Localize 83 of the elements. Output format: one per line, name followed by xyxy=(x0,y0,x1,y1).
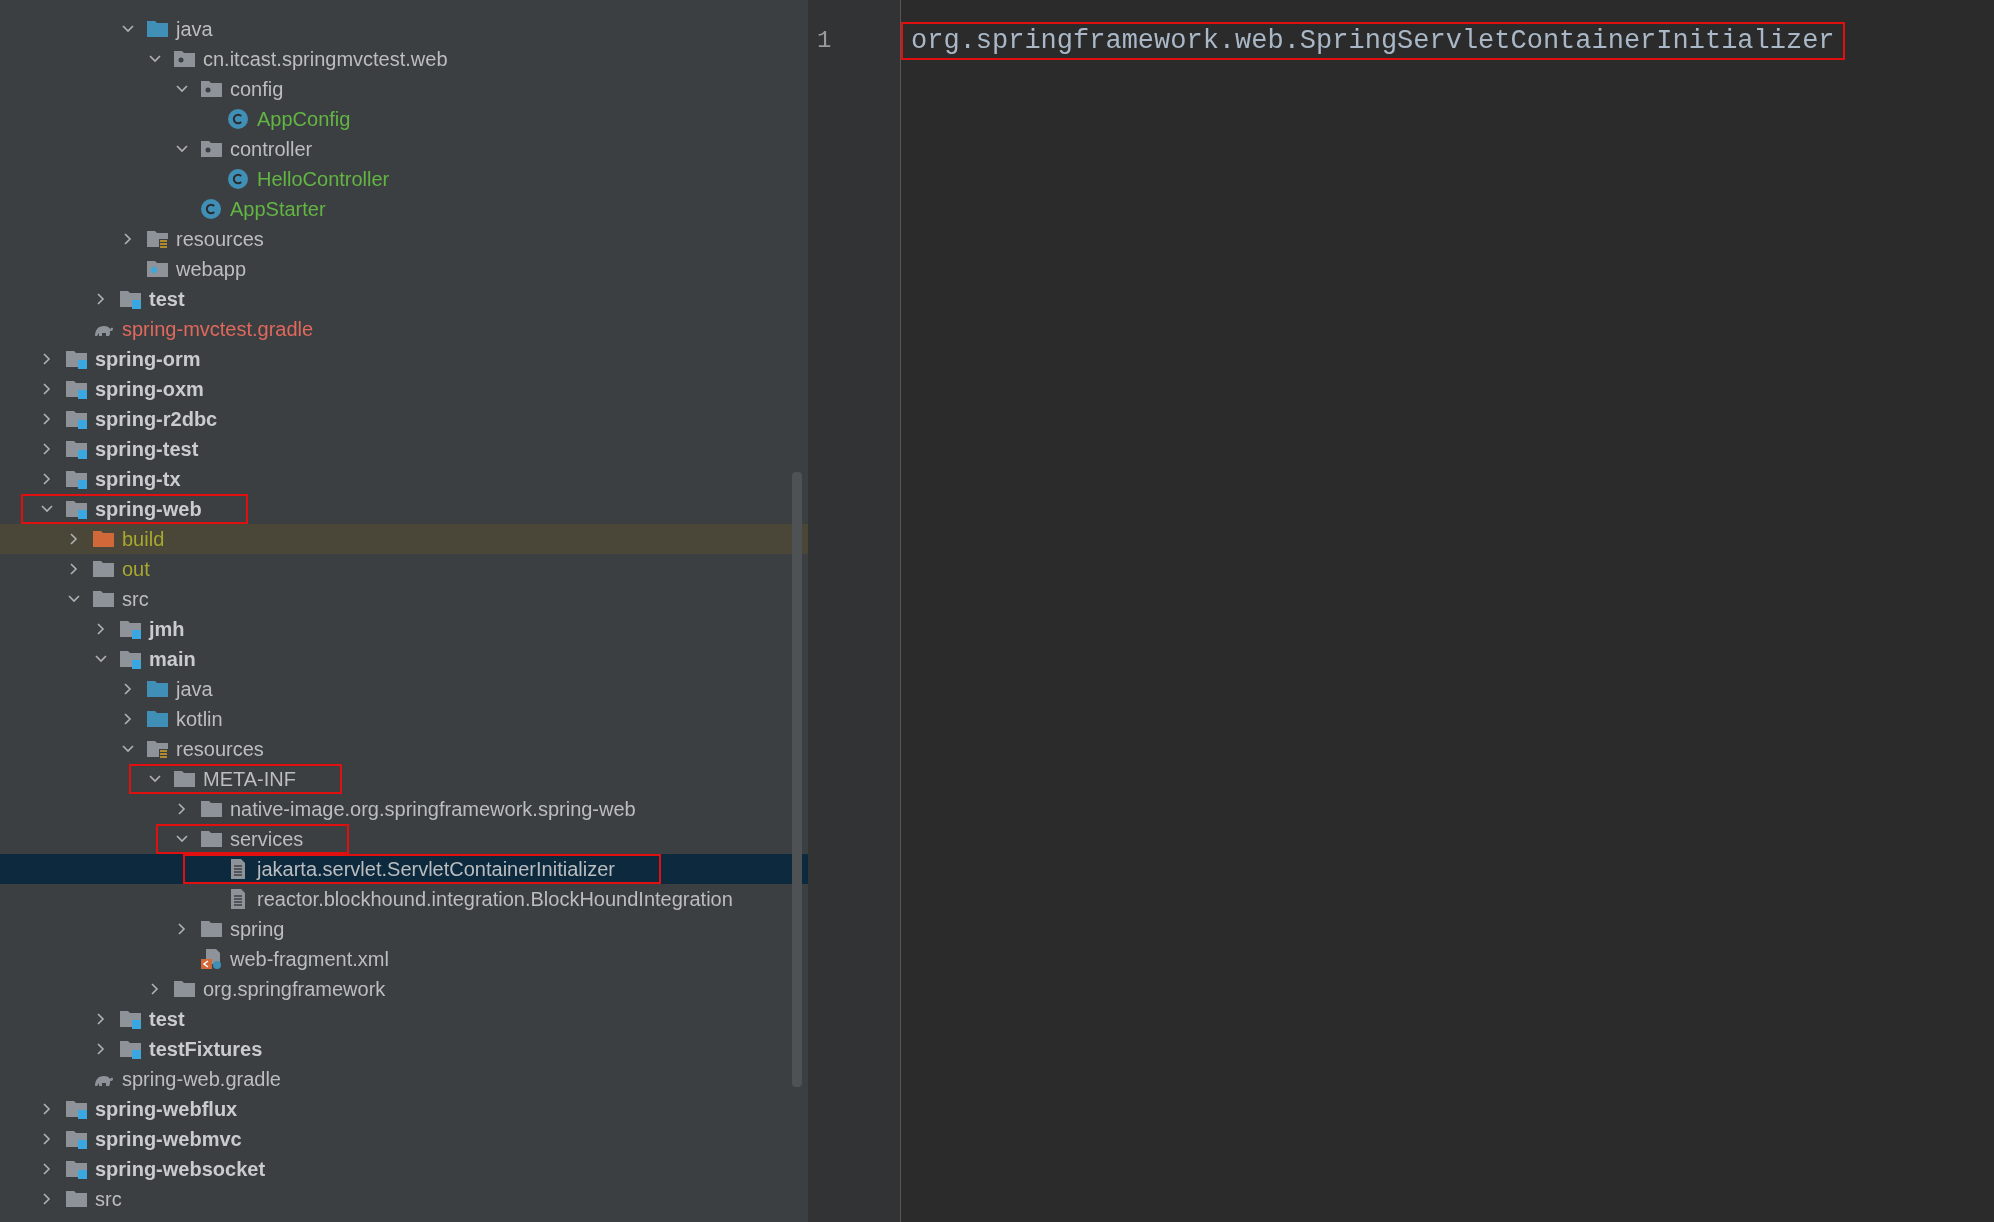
tree-item[interactable]: spring-r2dbc xyxy=(95,404,218,434)
tree-item[interactable]: spring-web.gradle xyxy=(122,1064,281,1094)
tree-item[interactable]: resources xyxy=(176,734,264,764)
tree-item[interactable]: cn.itcast.springmvctest.web xyxy=(203,44,448,74)
class-icon xyxy=(227,108,249,130)
tree-item[interactable]: META-INF xyxy=(203,764,296,794)
scrollbar[interactable] xyxy=(792,472,802,1087)
package-folder-icon xyxy=(200,79,222,99)
tree-item[interactable]: spring-oxm xyxy=(95,374,204,404)
tree-item[interactable]: services xyxy=(230,824,304,854)
tree-item[interactable]: resources xyxy=(176,224,264,254)
tree-item[interactable]: native-image.org.springframework.spring-web xyxy=(230,794,636,824)
folder-icon xyxy=(92,529,114,549)
tree-item[interactable]: spring-web xyxy=(95,494,202,524)
tree-item[interactable]: HelloController xyxy=(257,164,390,194)
folder-icon xyxy=(146,709,168,729)
module-folder-icon xyxy=(65,469,87,489)
tree-item[interactable]: jmh xyxy=(149,614,185,644)
folder-icon xyxy=(200,919,222,939)
module-folder-icon xyxy=(65,439,87,459)
module-folder-icon xyxy=(119,649,141,669)
folder-icon xyxy=(173,979,195,999)
package-folder-icon xyxy=(173,49,195,69)
tree-item[interactable]: AppStarter xyxy=(230,194,326,224)
tree-item[interactable]: test xyxy=(149,284,185,314)
tree-item[interactable]: controller xyxy=(230,134,313,164)
tree-item[interactable]: spring-orm xyxy=(95,344,201,374)
tree-item[interactable]: spring-webflux xyxy=(95,1094,238,1124)
module-folder-icon xyxy=(119,289,141,309)
folder-icon xyxy=(65,1189,87,1209)
class-icon xyxy=(227,168,249,190)
code-line: org.springframework.web.SpringServletContainerInitializer xyxy=(911,24,1835,58)
tree-item[interactable]: testFixtures xyxy=(149,1034,263,1064)
folder-icon xyxy=(92,559,114,579)
text-file-icon xyxy=(229,888,247,910)
module-folder-icon xyxy=(65,409,87,429)
tree-item[interactable]: src xyxy=(95,1184,122,1214)
module-folder-icon xyxy=(119,619,141,639)
tree-item[interactable]: spring-webmvc xyxy=(95,1124,242,1154)
tree-item[interactable]: test xyxy=(149,1004,185,1034)
tree-item[interactable]: AppConfig xyxy=(257,104,351,134)
package-folder-icon xyxy=(200,139,222,159)
folder-icon xyxy=(146,19,168,39)
tree-item[interactable]: spring-mvctest.gradle xyxy=(122,314,314,344)
class-icon xyxy=(200,198,222,220)
folder-icon xyxy=(146,679,168,699)
tree-item[interactable]: spring-websocket xyxy=(95,1154,266,1184)
resources-folder-icon xyxy=(146,229,168,249)
tree-item[interactable]: java xyxy=(176,674,213,704)
tree-item[interactable]: webapp xyxy=(176,254,247,284)
module-folder-icon xyxy=(119,1039,141,1059)
module-folder-icon xyxy=(65,379,87,399)
tree-item[interactable]: config xyxy=(230,74,284,104)
tree-item[interactable]: out xyxy=(122,554,150,584)
tree-item[interactable]: kotlin xyxy=(176,704,223,734)
tree-item[interactable]: org.springframework xyxy=(203,974,386,1004)
tree-item[interactable]: web-fragment.xml xyxy=(230,944,389,974)
resources-folder-icon xyxy=(146,739,168,759)
tree-item[interactable]: spring-tx xyxy=(95,464,181,494)
line-number: 1 xyxy=(817,26,832,56)
tree-item[interactable]: spring xyxy=(230,914,285,944)
tree-item[interactable]: jakarta.servlet.ServletContainerInitializer xyxy=(257,854,615,884)
module-folder-icon xyxy=(65,1099,87,1119)
module-folder-icon xyxy=(65,1159,87,1179)
text-file-icon xyxy=(229,858,247,880)
tree-row[interactable]: build xyxy=(0,524,808,554)
tree-item[interactable]: spring-test xyxy=(95,434,199,464)
xml-file-icon xyxy=(200,948,222,970)
tree-item[interactable]: main xyxy=(149,644,196,674)
module-folder-icon xyxy=(65,1129,87,1149)
module-folder-icon xyxy=(119,1009,141,1029)
tree-item[interactable]: src xyxy=(122,584,149,614)
folder-icon xyxy=(200,799,222,819)
module-folder-icon xyxy=(65,349,87,369)
folder-icon xyxy=(173,769,195,789)
tree-item[interactable]: java xyxy=(176,14,213,44)
folder-icon xyxy=(200,829,222,849)
module-folder-icon xyxy=(65,499,87,519)
tree-row[interactable]: jakarta.servlet.ServletContainerInitializer xyxy=(0,854,808,884)
tree-item[interactable]: build xyxy=(122,524,165,554)
tree-item[interactable]: reactor.blockhound.integration.BlockHoundIntegration xyxy=(257,884,733,914)
folder-icon xyxy=(92,589,114,609)
web-folder-icon xyxy=(146,259,168,279)
